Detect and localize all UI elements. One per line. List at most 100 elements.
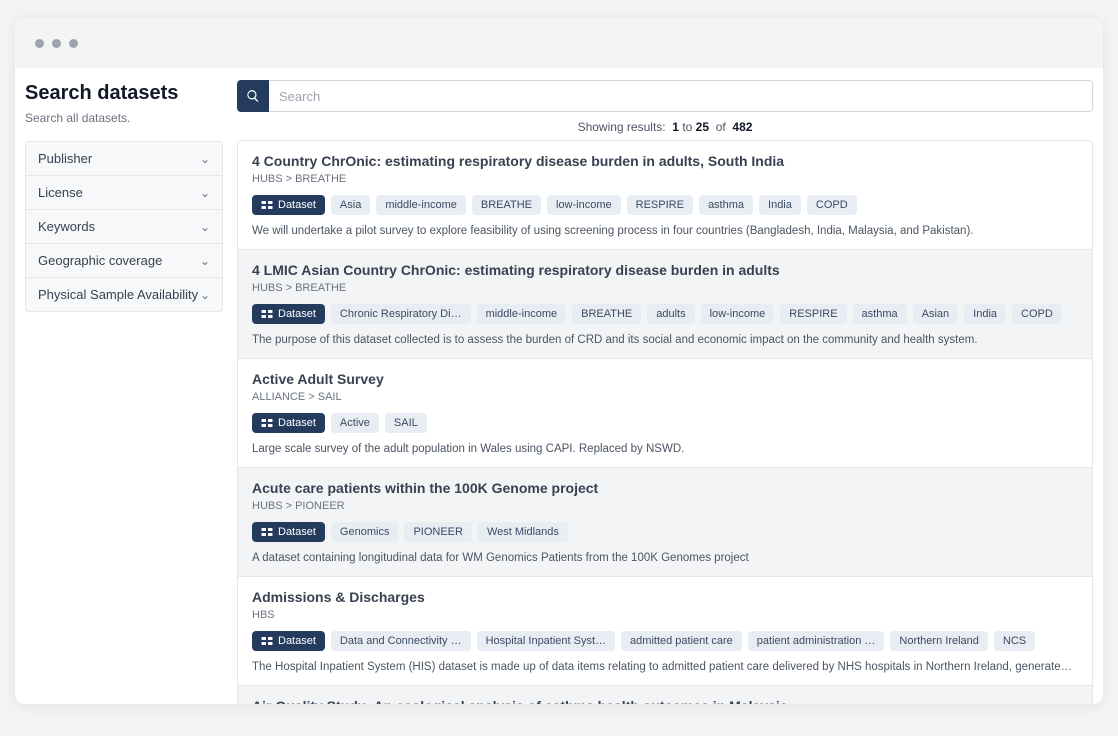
- filter-label: Publisher: [38, 151, 92, 166]
- dataset-icon: [261, 636, 273, 646]
- tag[interactable]: middle-income: [477, 304, 567, 324]
- meta-mid: to: [682, 120, 692, 134]
- tag[interactable]: PIONEER: [404, 522, 472, 542]
- dataset-icon: [261, 309, 273, 319]
- tag[interactable]: Asian: [913, 304, 959, 324]
- dataset-badge[interactable]: Dataset: [252, 413, 325, 433]
- chevron-down-icon: ⌄: [200, 220, 210, 234]
- result-title: 4 Country ChrOnic: estimating respirator…: [252, 153, 1078, 169]
- chevron-down-icon: ⌄: [200, 186, 210, 200]
- app-body: Search datasets Search all datasets. Pub…: [15, 68, 1103, 704]
- result-description: The purpose of this dataset collected is…: [252, 334, 1078, 346]
- dataset-badge[interactable]: Dataset: [252, 195, 325, 215]
- result-title: Admissions & Discharges: [252, 589, 1078, 605]
- filter-license[interactable]: License ⌄: [26, 176, 222, 210]
- meta-from: 1: [672, 120, 679, 134]
- tag[interactable]: admitted patient care: [621, 631, 742, 651]
- app-window: Search datasets Search all datasets. Pub…: [15, 18, 1103, 704]
- meta-to: 25: [696, 120, 709, 134]
- dataset-badge-label: Dataset: [278, 308, 316, 320]
- tag[interactable]: Genomics: [331, 522, 399, 542]
- result-breadcrumb: HUBS > BREATHE: [252, 282, 1078, 294]
- tag[interactable]: India: [759, 195, 801, 215]
- tag[interactable]: BREATHE: [572, 304, 641, 324]
- window-titlebar: [15, 18, 1103, 68]
- tag[interactable]: low-income: [547, 195, 621, 215]
- tag[interactable]: low-income: [701, 304, 775, 324]
- result-row[interactable]: 4 Country ChrOnic: estimating respirator…: [238, 141, 1092, 250]
- result-description: We will undertake a pilot survey to expl…: [252, 225, 1078, 237]
- results-list: 4 Country ChrOnic: estimating respirator…: [237, 140, 1093, 704]
- meta-total: 482: [732, 120, 752, 134]
- chevron-down-icon: ⌄: [200, 152, 210, 166]
- filter-geographic-coverage[interactable]: Geographic coverage ⌄: [26, 244, 222, 278]
- tag[interactable]: adults: [647, 304, 694, 324]
- tag[interactable]: SAIL: [385, 413, 427, 433]
- tag[interactable]: middle-income: [376, 195, 466, 215]
- dataset-badge[interactable]: Dataset: [252, 304, 325, 324]
- tag[interactable]: asthma: [699, 195, 753, 215]
- window-dot: [69, 39, 78, 48]
- dataset-icon: [261, 200, 273, 210]
- filter-keywords[interactable]: Keywords ⌄: [26, 210, 222, 244]
- filter-publisher[interactable]: Publisher ⌄: [26, 142, 222, 176]
- filter-label: Keywords: [38, 219, 95, 234]
- dataset-icon: [261, 527, 273, 537]
- filter-physical-sample-availability[interactable]: Physical Sample Availability⌄: [26, 278, 222, 311]
- chevron-down-icon: ⌄: [200, 288, 210, 302]
- result-row[interactable]: Acute care patients within the 100K Geno…: [238, 468, 1092, 577]
- tag[interactable]: Asia: [331, 195, 370, 215]
- dataset-badge-label: Dataset: [278, 199, 316, 211]
- dataset-icon: [261, 418, 273, 428]
- search-icon: [246, 89, 260, 103]
- tag[interactable]: Data and Connectivity …: [331, 631, 471, 651]
- tag-row: Dataset Chronic Respiratory Di… middle-inc…: [252, 304, 1078, 324]
- tag[interactable]: RESPIRE: [780, 304, 846, 324]
- tag[interactable]: NCS: [994, 631, 1035, 651]
- window-dot: [52, 39, 61, 48]
- tag-row: Dataset Data and Connectivity … Hospital I…: [252, 631, 1078, 651]
- filter-label: License: [38, 185, 83, 200]
- dataset-badge-label: Dataset: [278, 526, 316, 538]
- result-row[interactable]: Admissions & DischargesHBSDatasetData an…: [238, 577, 1092, 686]
- tag[interactable]: India: [964, 304, 1006, 324]
- tag[interactable]: Chronic Respiratory Di…: [331, 304, 471, 324]
- dataset-badge-label: Dataset: [278, 417, 316, 429]
- filter-list: Publisher⌄License⌄Keywords⌄Geographic co…: [25, 141, 223, 312]
- dataset-badge-label: Dataset: [278, 635, 316, 647]
- tag[interactable]: RESPIRE: [627, 195, 693, 215]
- tag[interactable]: Northern Ireland: [890, 631, 988, 651]
- tag[interactable]: COPD: [1012, 304, 1062, 324]
- tag[interactable]: asthma: [853, 304, 907, 324]
- result-breadcrumb: HUBS > PIONEER: [252, 500, 1078, 512]
- tag[interactable]: West Midlands: [478, 522, 568, 542]
- tag[interactable]: Hospital Inpatient Syst…: [477, 631, 615, 651]
- result-title: 4 LMIC Asian Country ChrOnic: estimating…: [252, 262, 1078, 278]
- result-title: Acute care patients within the 100K Geno…: [252, 480, 1078, 496]
- search-input[interactable]: [269, 80, 1093, 112]
- tag[interactable]: Active: [331, 413, 379, 433]
- chevron-down-icon: ⌄: [200, 254, 210, 268]
- filter-label: Geographic coverage: [38, 253, 162, 268]
- page-subtitle: Search all datasets.: [25, 111, 223, 125]
- result-title: Active Adult Survey: [252, 371, 1078, 387]
- tag[interactable]: patient administration …: [748, 631, 885, 651]
- tag-row: Dataset Active SAIL: [252, 413, 1078, 433]
- tag-row: Dataset GenomicsPIONEER West Midlands: [252, 522, 1078, 542]
- result-row[interactable]: Active Adult Survey ALLIANCE > SAIL Datase…: [238, 359, 1092, 468]
- result-breadcrumb: HUBS > BREATHE: [252, 173, 1078, 185]
- dataset-badge[interactable]: Dataset: [252, 631, 325, 651]
- meta-of: of: [716, 120, 726, 134]
- meta-prefix: Showing results:: [578, 120, 666, 134]
- tag[interactable]: BREATHE: [472, 195, 541, 215]
- result-row[interactable]: Air Quality Study: An ecological analysi…: [238, 686, 1092, 704]
- tag-row: Dataset Asia middle-income BREATHE low-incom…: [252, 195, 1078, 215]
- search-button[interactable]: [237, 80, 269, 112]
- sidebar: Search datasets Search all datasets. Pub…: [25, 80, 223, 312]
- tag[interactable]: COPD: [807, 195, 857, 215]
- result-title: Air Quality Study: An ecological analysi…: [252, 698, 1078, 704]
- result-row[interactable]: 4 LMIC Asian Country ChrOnic: estimating…: [238, 250, 1092, 359]
- main-panel: Showing results: 1 to 25 of 482 4 Countr…: [237, 80, 1093, 704]
- dataset-badge[interactable]: Dataset: [252, 522, 325, 542]
- result-breadcrumb: ALLIANCE > SAIL: [252, 391, 1078, 403]
